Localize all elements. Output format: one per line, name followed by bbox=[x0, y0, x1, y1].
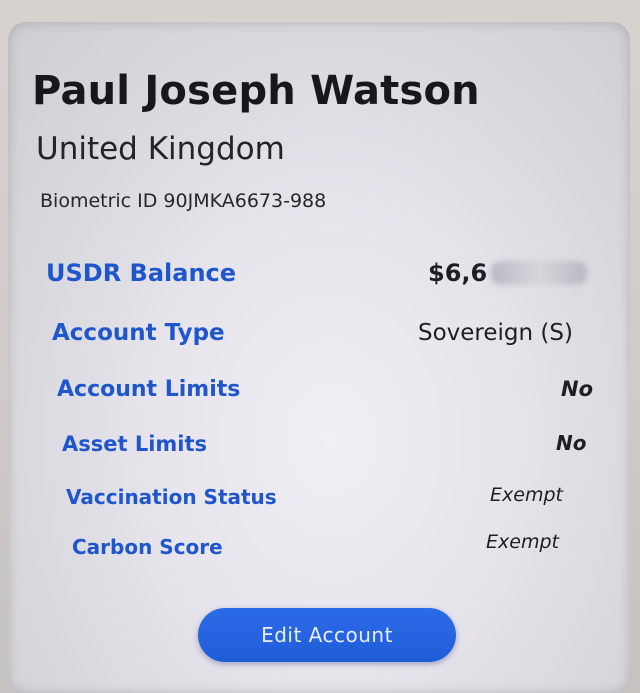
vaccination-status-value: Exempt bbox=[490, 484, 563, 506]
account-type-value: Sovereign (S) bbox=[418, 320, 573, 346]
biometric-id: Biometric ID 90JMKA6673-988 bbox=[40, 190, 327, 212]
usdr-balance-value: $6,6 bbox=[428, 259, 588, 287]
account-limits-label: Account Limits bbox=[57, 377, 241, 402]
asset-limits-label: Asset Limits bbox=[62, 432, 208, 456]
carbon-score-label: Carbon Score bbox=[72, 535, 223, 559]
photo-frame: Paul Joseph Watson United Kingdom Biomet… bbox=[0, 0, 640, 693]
account-country: United Kingdom bbox=[36, 131, 285, 167]
account-limits-value: No bbox=[561, 377, 594, 401]
account-card bbox=[8, 22, 630, 693]
edit-account-button[interactable]: Edit Account bbox=[198, 608, 456, 662]
redacted-amount bbox=[491, 261, 588, 285]
usdr-balance-amount: $6,6 bbox=[428, 259, 488, 287]
vaccination-status-label: Vaccination Status bbox=[66, 485, 277, 509]
usdr-balance-label: USDR Balance bbox=[46, 259, 237, 287]
account-type-label: Account Type bbox=[52, 320, 225, 346]
account-holder-name: Paul Joseph Watson bbox=[32, 68, 480, 114]
asset-limits-value: No bbox=[556, 431, 587, 455]
carbon-score-value: Exempt bbox=[486, 531, 559, 553]
